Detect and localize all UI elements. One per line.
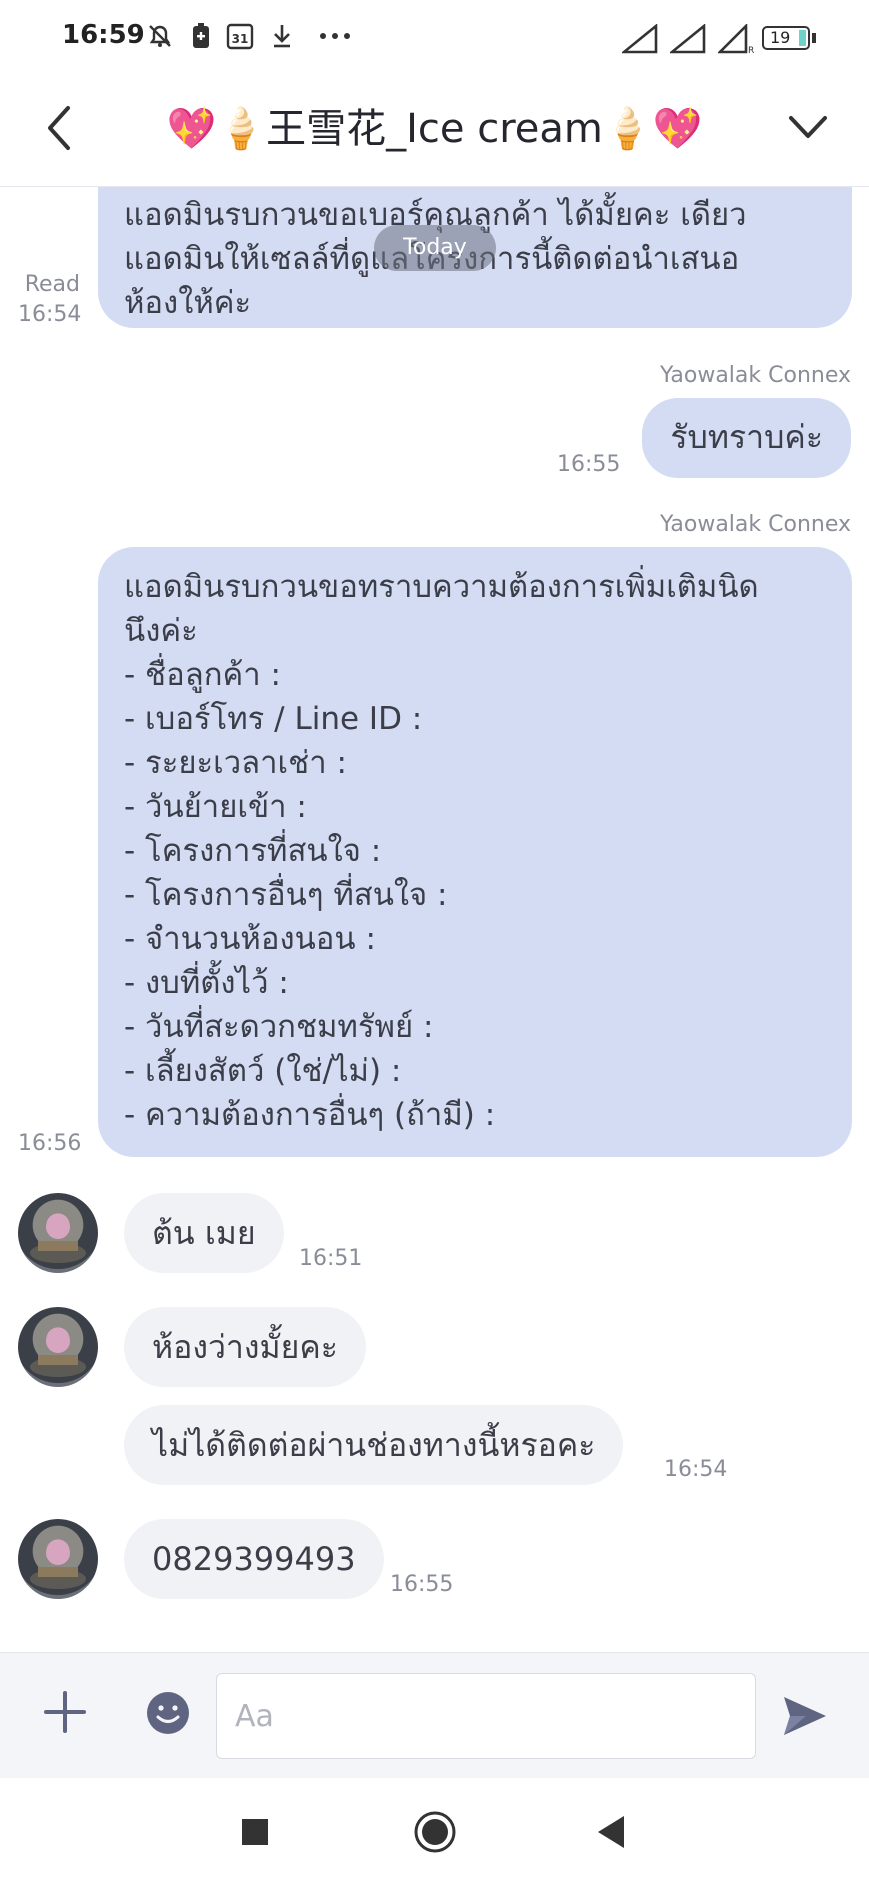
chat-area[interactable]: แอดมินรบกวนขอเบอร์คุณลูกค้า ได้มั้ยคะ เด… bbox=[0, 187, 869, 1652]
plus-icon[interactable] bbox=[42, 1689, 88, 1735]
avatar[interactable] bbox=[18, 1519, 98, 1599]
svg-text:31: 31 bbox=[232, 32, 249, 46]
message-line: - จำนวนห้องนอน : bbox=[124, 921, 376, 957]
message-bubble-incoming[interactable]: ต้น เมย bbox=[124, 1193, 284, 1273]
message-text: ห้องว่างมั้ยคะ bbox=[152, 1328, 338, 1366]
battery-level: 19 bbox=[770, 28, 791, 47]
svg-text:R: R bbox=[748, 46, 754, 54]
battery-tip bbox=[812, 33, 816, 43]
notifications-muted-icon bbox=[149, 25, 171, 47]
message-text: ไม่ได้ติดต่อผ่านช่องทางนี้หรอคะ bbox=[152, 1426, 596, 1464]
signal-icon bbox=[622, 24, 658, 54]
battery-saver-icon bbox=[193, 23, 209, 48]
sender-name: Yaowalak Connex bbox=[659, 512, 851, 537]
message-input[interactable] bbox=[216, 1673, 756, 1759]
read-receipt: Read bbox=[24, 272, 80, 297]
message-text: รับทราบค่ะ bbox=[670, 418, 823, 456]
message-line: - เลี้ยงสัตว์ (ใช่/ไม่) : bbox=[124, 1053, 402, 1089]
message-time: 16:56 bbox=[18, 1131, 82, 1156]
back-triangle-icon[interactable] bbox=[596, 1808, 626, 1856]
message-line: นึงค่ะ bbox=[124, 613, 198, 649]
emoji-icon[interactable] bbox=[146, 1691, 190, 1735]
message-line: แอดมินรบกวนขอทราบความต้องการเพิ่มเติมนิด bbox=[124, 569, 759, 605]
message-time: 16:54 bbox=[664, 1457, 728, 1482]
message-text: ต้น เมย bbox=[152, 1214, 256, 1252]
message-bubble-incoming[interactable]: 0829399493 bbox=[124, 1519, 384, 1599]
download-icon bbox=[274, 25, 290, 48]
message-time: 16:54 bbox=[18, 302, 82, 327]
send-icon[interactable] bbox=[780, 1693, 830, 1739]
avatar[interactable] bbox=[18, 1193, 98, 1273]
message-time: 16:55 bbox=[390, 1572, 454, 1597]
message-bubble-incoming[interactable]: ห้องว่างมั้ยคะ bbox=[124, 1307, 366, 1387]
avatar[interactable] bbox=[18, 1307, 98, 1387]
message-line: - วันย้ายเข้า : bbox=[124, 789, 307, 825]
battery-icon: 19 bbox=[762, 26, 810, 50]
message-bubble-outgoing[interactable]: แอดมินรบกวนขอทราบความต้องการเพิ่มเติมนิด… bbox=[98, 547, 852, 1157]
more-dots-icon bbox=[320, 33, 350, 39]
message-line: - โครงการอื่นๆ ที่สนใจ : bbox=[124, 877, 448, 913]
message-time: 16:51 bbox=[299, 1246, 363, 1271]
message-line: ห้องให้ค่ะ bbox=[124, 285, 252, 321]
message-meta: Read 16:54 bbox=[18, 270, 82, 330]
message-line: - โครงการที่สนใจ : bbox=[124, 833, 382, 869]
date-divider: Today bbox=[374, 225, 496, 271]
system-nav-bar bbox=[0, 1778, 869, 1883]
message-line: - ความต้องการอื่นๆ (ถ้ามี) : bbox=[124, 1097, 496, 1133]
message-time: 16:55 bbox=[557, 452, 621, 477]
status-bar: 16:59 31 R 19 bbox=[0, 0, 869, 76]
chat-title: 💖🍦王雪花_Ice cream🍦💖 bbox=[166, 106, 703, 152]
chevron-left-icon[interactable] bbox=[40, 98, 80, 158]
status-time: 16:59 bbox=[62, 20, 145, 50]
message-line: - ชื่อลูกค้า : bbox=[124, 657, 281, 693]
calendar-icon: 31 bbox=[226, 23, 254, 50]
message-line: - งบที่ตั้งไว้ : bbox=[124, 965, 289, 1001]
chat-header: 💖🍦王雪花_Ice cream🍦💖 bbox=[0, 76, 869, 187]
sender-name: Yaowalak Connex bbox=[659, 363, 851, 388]
home-circle-icon[interactable] bbox=[412, 1808, 458, 1856]
chevron-down-icon[interactable] bbox=[785, 104, 831, 150]
message-input-bar bbox=[0, 1652, 869, 1779]
message-line: - ระยะเวลาเช่า : bbox=[124, 745, 347, 781]
message-line: - เบอร์โทร / Line ID : bbox=[124, 701, 423, 737]
signal-icon: R bbox=[718, 24, 754, 54]
message-text: 0829399493 bbox=[152, 1540, 356, 1578]
message-bubble-incoming[interactable]: ไม่ได้ติดต่อผ่านช่องทางนี้หรอคะ bbox=[124, 1405, 624, 1485]
signal-icon bbox=[670, 24, 706, 54]
recents-square-icon[interactable] bbox=[240, 1808, 270, 1856]
message-line: - วันที่สะดวกชมทรัพย์ : bbox=[124, 1009, 434, 1045]
message-bubble-outgoing[interactable]: รับทราบค่ะ bbox=[642, 398, 851, 478]
